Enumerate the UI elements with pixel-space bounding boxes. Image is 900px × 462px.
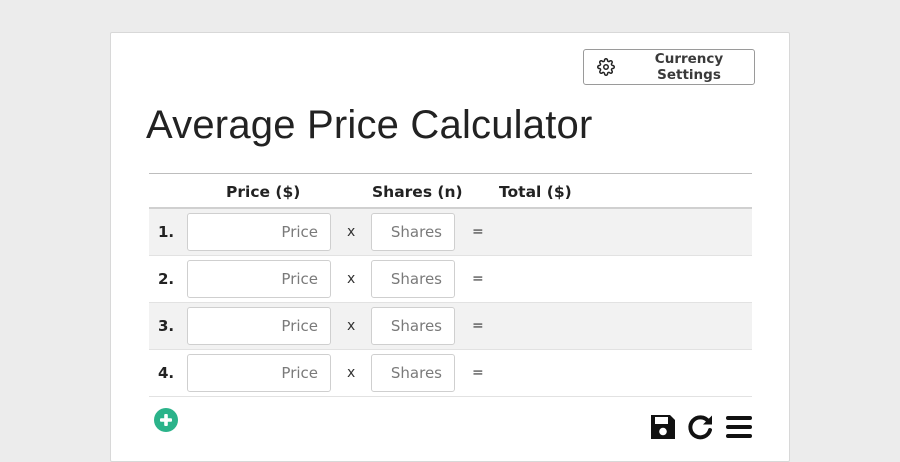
table-row: 1. x = [149, 209, 752, 256]
menu-button[interactable] [725, 413, 753, 441]
shares-input[interactable] [371, 307, 455, 345]
reset-button[interactable] [687, 413, 715, 441]
table-row: 4. x = [149, 350, 752, 397]
currency-settings-label: Currency Settings [654, 51, 724, 83]
price-input[interactable] [187, 307, 331, 345]
shares-input[interactable] [371, 213, 455, 251]
shares-input[interactable] [371, 260, 455, 298]
hamburger-menu-icon [726, 416, 752, 438]
price-input[interactable] [187, 260, 331, 298]
table-row: 2. x = [149, 256, 752, 303]
page-title: Average Price Calculator [146, 103, 593, 147]
price-input[interactable] [187, 213, 331, 251]
equals-sign: = [472, 318, 484, 334]
equals-sign: = [472, 365, 484, 381]
row-number: 3. [158, 317, 175, 335]
column-header-shares: Shares (n) [372, 183, 463, 201]
equals-sign: = [472, 224, 484, 240]
row-number: 4. [158, 364, 175, 382]
multiply-sign: x [347, 365, 356, 381]
calculator-card: Currency Settings Average Price Calculat… [110, 32, 790, 462]
currency-settings-button[interactable]: Currency Settings [583, 49, 755, 85]
table-row: 3. x = [149, 303, 752, 350]
save-button[interactable] [649, 413, 677, 441]
row-number: 2. [158, 270, 175, 288]
gear-icon [597, 58, 615, 76]
equals-sign: = [472, 271, 484, 287]
table-header: Price ($) Shares (n) Total ($) [149, 174, 752, 209]
floppy-disk-icon [651, 415, 675, 439]
price-input[interactable] [187, 354, 331, 392]
multiply-sign: x [347, 271, 356, 287]
multiply-sign: x [347, 318, 356, 334]
add-row-button[interactable] [153, 407, 179, 433]
calculator-table: Price ($) Shares (n) Total ($) 1. x = 2.… [149, 173, 752, 397]
column-header-price: Price ($) [226, 183, 301, 201]
column-header-total: Total ($) [499, 183, 572, 201]
refresh-icon [688, 415, 712, 440]
plus-circle-icon [154, 408, 178, 432]
multiply-sign: x [347, 224, 356, 240]
shares-input[interactable] [371, 354, 455, 392]
row-number: 1. [158, 223, 175, 241]
